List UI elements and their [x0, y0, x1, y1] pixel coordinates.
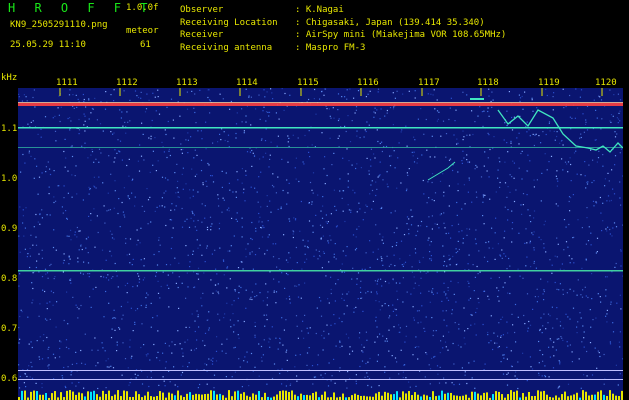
meteor-label: meteor	[126, 26, 159, 36]
x-tick-label: 1115	[297, 78, 319, 88]
signal-line	[18, 147, 623, 148]
y-tick-label: 1.1	[1, 124, 18, 134]
y-tick-label: 0.9	[1, 224, 18, 234]
y-tick-label: 0.7	[1, 324, 18, 334]
y-tick-label: 1.0	[1, 174, 18, 184]
y-axis-unit: kHz	[1, 73, 18, 83]
header-panel: H R O F F T 1.0.0f KN9_2505291110.png me…	[0, 0, 629, 76]
info-row-observer: Observer: K.Nagai	[180, 5, 344, 15]
carrier-line	[18, 102, 623, 103]
meteor-count: 61	[140, 40, 151, 50]
app-version: 1.0.0f	[126, 3, 159, 13]
spectrogram-background	[18, 88, 623, 400]
station-info: Observer: K.Nagai Receiving Location: Ch…	[180, 4, 506, 54]
y-tick-label: 0.6	[1, 374, 18, 384]
signal-line	[18, 127, 623, 129]
x-tick-label: 1119	[538, 78, 560, 88]
x-tick-label: 1112	[116, 78, 138, 88]
x-tick-label: 1117	[418, 78, 440, 88]
hrofft-window: { "app": { "title": "H R O F F T", "vers…	[0, 0, 629, 400]
info-row-antenna: Receiving antenna: Maspro FM-3	[180, 42, 366, 53]
signal-line	[18, 370, 623, 371]
info-row-receiver: Receiver: AirSpy mini (Miakejima VOR 108…	[180, 30, 507, 40]
x-tick-label: 1111	[56, 78, 78, 88]
x-tick-label: 1113	[176, 78, 198, 88]
signal-line	[18, 270, 623, 272]
x-tick-label: 1118	[477, 78, 499, 88]
file-name: KN9_2505291110.png	[10, 20, 108, 30]
signal-line	[18, 379, 623, 380]
meteor-echo	[470, 98, 484, 100]
x-tick-label: 1116	[357, 78, 379, 88]
timestamp: 25.05.29 11:10	[10, 40, 86, 50]
y-tick-label: 0.8	[1, 274, 18, 284]
carrier-line	[18, 103, 623, 106]
x-tick-label: 1120	[595, 78, 617, 88]
info-row-location: Receiving Location: Chigasaki, Japan (13…	[180, 17, 485, 28]
spectrogram	[18, 88, 623, 400]
x-tick-label: 1114	[236, 78, 258, 88]
